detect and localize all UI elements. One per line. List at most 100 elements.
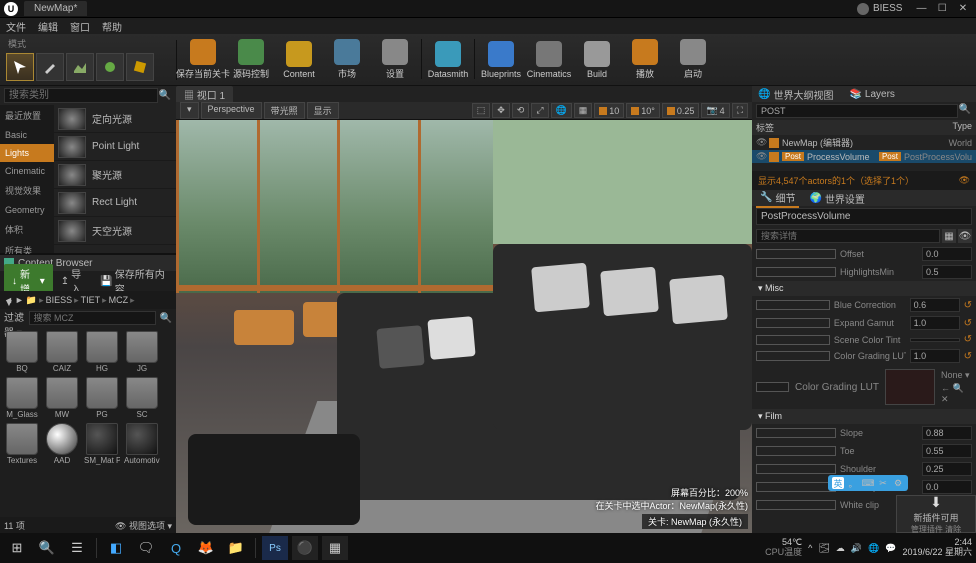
visibility-icon[interactable]: 👁	[756, 137, 766, 148]
toolbar-blueprints[interactable]: Blueprints	[477, 39, 525, 80]
lut-thumbnail[interactable]	[885, 369, 935, 405]
ime-toolbar[interactable]: 英 。 ⌨ ✂ ⚙	[828, 475, 908, 491]
mode-place-icon[interactable]	[6, 53, 34, 81]
ime-keyboard-icon[interactable]: ⌨	[862, 477, 874, 489]
outliner-row[interactable]: 👁PostProcessVolumePostPostProcessVolu	[752, 150, 976, 163]
banner-actions[interactable]: 管理插件 清除	[911, 524, 961, 535]
asset-item[interactable]: HG	[84, 331, 120, 373]
placer-cat-视觉效果[interactable]: 视觉效果	[0, 180, 54, 201]
reset-icon[interactable]: ↺	[964, 300, 972, 311]
section-header[interactable]: ▾ Film	[752, 409, 976, 424]
asset-item[interactable]: PG	[84, 377, 120, 419]
mode-foliage-icon[interactable]	[96, 53, 124, 81]
tray-steam-icon[interactable]: 🌫	[818, 543, 829, 554]
toolbar-content[interactable]: Content	[275, 39, 323, 80]
override-checkbox[interactable]	[756, 446, 836, 456]
toolbar-保存当前关卡[interactable]: 保存当前关卡	[179, 39, 227, 80]
property-matrix-icon[interactable]: ▦	[942, 229, 956, 243]
override-checkbox[interactable]	[756, 351, 830, 361]
override-checkbox[interactable]	[756, 249, 836, 259]
reset-icon[interactable]: ↺	[964, 318, 972, 329]
value-spinner[interactable]: 0.25	[922, 462, 972, 476]
tray-up-icon[interactable]: ^	[808, 543, 812, 553]
override-checkbox[interactable]	[756, 382, 789, 392]
details-search-input[interactable]	[756, 229, 940, 243]
asset-item[interactable]: CAIZ	[44, 331, 80, 373]
placer-cat-Geometry[interactable]: Geometry	[0, 201, 54, 219]
taskbar-app-4[interactable]: 🦊	[193, 536, 219, 560]
coord-space-icon[interactable]: 🌐	[551, 103, 572, 118]
placer-cat-体积[interactable]: 体积	[0, 219, 54, 240]
maximize-viewport-icon[interactable]: ⛶	[732, 103, 748, 118]
surface-snap-icon[interactable]: ▦	[574, 103, 593, 118]
visibility-icon[interactable]: 👁	[756, 151, 766, 162]
outliner-tab[interactable]: 🌐 世界大纲视图	[752, 86, 839, 103]
selected-object-name[interactable]: PostProcessVolume	[756, 208, 972, 225]
override-checkbox[interactable]	[756, 500, 836, 510]
taskbar-app-ps[interactable]: Ps	[262, 536, 288, 560]
section-header[interactable]: ▾ Misc	[752, 281, 976, 296]
menu-window[interactable]: 窗口	[70, 19, 90, 34]
override-checkbox[interactable]	[756, 428, 836, 438]
lut-picker[interactable]: None ▾	[941, 370, 972, 381]
eye-icon[interactable]: 👁	[958, 229, 972, 243]
toolbar-启动[interactable]: 启动	[669, 39, 717, 80]
taskbar-app-ue[interactable]: ⚫	[292, 536, 318, 560]
viewmode-button[interactable]: 带光照	[264, 102, 305, 119]
asset-item[interactable]: Textures	[4, 423, 40, 465]
value-spinner[interactable]: 0.6	[910, 298, 960, 312]
transform-scale-icon[interactable]: ⤢	[531, 103, 548, 118]
toolbar-cinematics[interactable]: Cinematics	[525, 39, 573, 80]
override-checkbox[interactable]	[756, 318, 830, 328]
asset-item[interactable]: SM_Mat PreviewMesh 02	[84, 423, 120, 465]
placer-item[interactable]: 定向光源	[54, 105, 176, 133]
placer-item[interactable]: 天空光源	[54, 217, 176, 245]
toolbar-datasmith[interactable]: Datasmith	[424, 39, 472, 80]
value-spinner[interactable]: 0.88	[922, 426, 972, 440]
scale-snap[interactable]: 0.25	[662, 103, 700, 118]
asset-item[interactable]: SC	[124, 377, 160, 419]
placer-item[interactable]: Rect Light	[54, 189, 176, 217]
user-badge[interactable]: BIESS	[857, 3, 902, 15]
mode-landscape-icon[interactable]	[66, 53, 94, 81]
tray-cloud-icon[interactable]: ☁	[836, 543, 845, 554]
taskbar-app-other[interactable]: ▦	[322, 536, 348, 560]
toolbar-设置[interactable]: 设置	[371, 39, 419, 80]
toolbar-build[interactable]: Build	[573, 39, 621, 80]
outliner-row[interactable]: 👁NewMap (编辑器)World	[752, 135, 976, 150]
world-settings-tab[interactable]: 🌍 世界设置	[805, 190, 868, 207]
toolbar-源码控制[interactable]: 源码控制	[227, 39, 275, 80]
view-options-button[interactable]: 👁 视图选项 ▾	[115, 519, 172, 532]
reset-icon[interactable]: 👁	[959, 175, 970, 186]
start-button[interactable]: ⊞	[4, 536, 30, 560]
plugin-banner[interactable]: ⬇ 新插件可用 管理插件 清除	[896, 495, 976, 533]
transform-rotate-icon[interactable]: ⟲	[512, 103, 530, 118]
value-spinner[interactable]: 0.0	[922, 247, 972, 261]
override-checkbox[interactable]	[756, 300, 830, 310]
placer-cat-Lights[interactable]: Lights	[0, 144, 54, 162]
layers-tab[interactable]: 📚 Layers	[843, 88, 900, 101]
reset-icon[interactable]: ↺	[964, 351, 972, 362]
col-type[interactable]: Type	[952, 121, 972, 134]
close-button[interactable]: ✕	[954, 3, 972, 14]
search-icon[interactable]: 🔍	[958, 104, 972, 118]
placer-search-input[interactable]	[4, 88, 158, 103]
value-spinner[interactable]	[910, 338, 960, 342]
transform-select-icon[interactable]: ⬚	[472, 103, 491, 118]
asset-item[interactable]: MW	[44, 377, 80, 419]
placer-cat-Cinematic[interactable]: Cinematic	[0, 162, 54, 180]
override-checkbox[interactable]	[756, 464, 836, 474]
value-spinner[interactable]: 1.0	[910, 349, 960, 363]
crumb-1[interactable]: TIET	[81, 295, 101, 305]
project-tab[interactable]: NewMap*	[24, 1, 87, 16]
outliner-search-input[interactable]	[756, 104, 958, 118]
show-button[interactable]: 显示	[307, 102, 339, 119]
menu-help[interactable]: 帮助	[102, 19, 122, 34]
angle-snap[interactable]: 10°	[626, 103, 660, 118]
ime-settings-icon[interactable]: ⚙	[892, 477, 904, 489]
override-checkbox[interactable]	[756, 335, 830, 345]
asset-item[interactable]: JG	[124, 331, 160, 373]
viewport-canvas[interactable]: 屏幕百分比：200% 在关卡中选中Actor：NewMap(永久性) 关卡: N…	[176, 120, 752, 533]
crumb-0[interactable]: BIESS	[46, 295, 73, 305]
override-checkbox[interactable]	[756, 267, 836, 277]
